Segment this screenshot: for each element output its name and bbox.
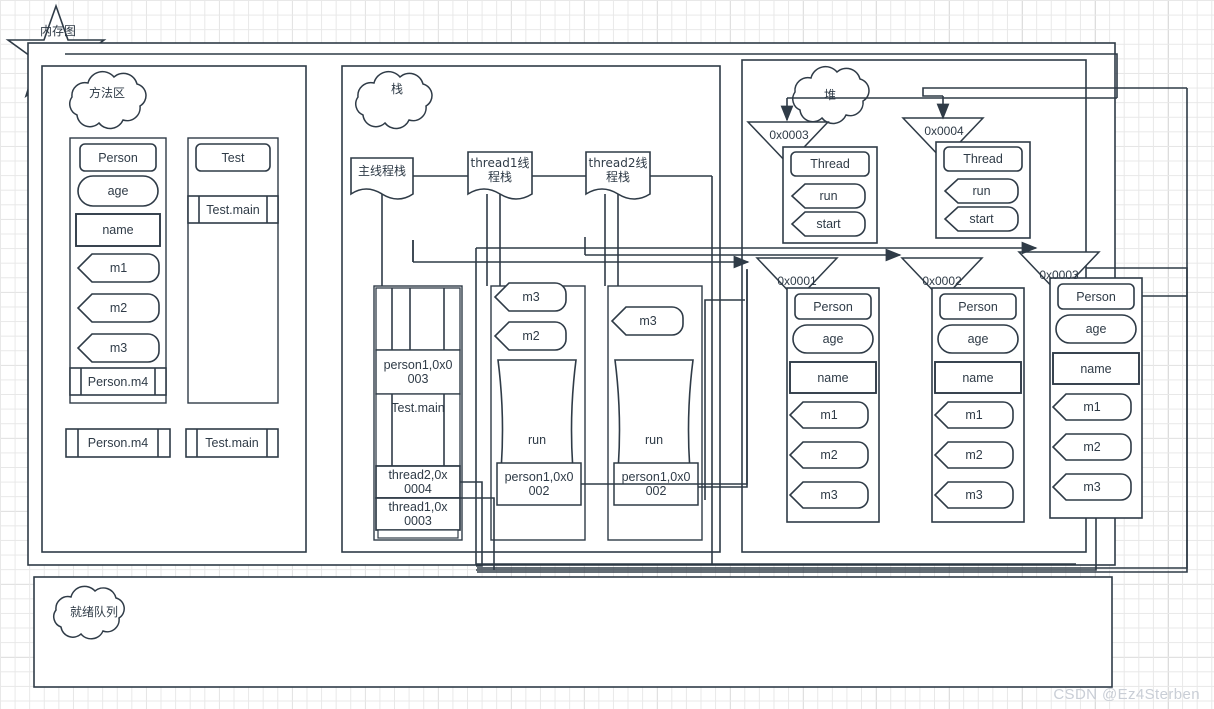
diagram-vector-layer — [7, 5, 1188, 688]
diagram-canvas: 内存图 方法区 Person age name m1 m2 m3 Person.… — [0, 0, 1214, 709]
watermark: CSDN @Ez4Sterben — [1053, 686, 1200, 703]
